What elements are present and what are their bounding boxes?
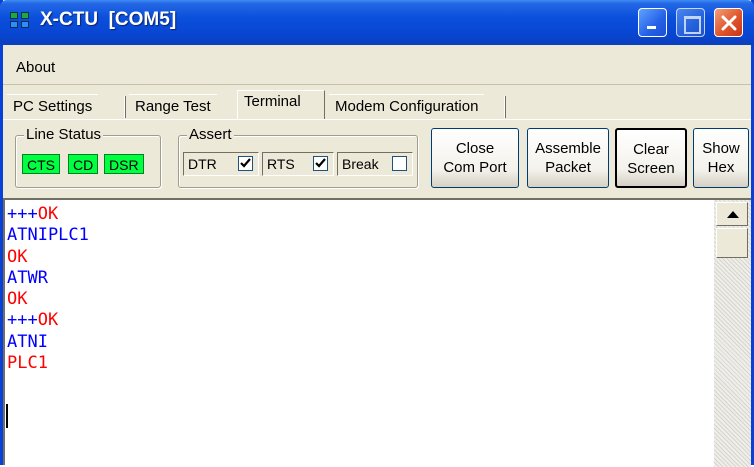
text-cursor bbox=[6, 404, 8, 428]
terminal-line: OK bbox=[7, 289, 28, 310]
assert-break[interactable]: Break bbox=[337, 152, 413, 176]
menu-about[interactable]: About bbox=[16, 59, 55, 76]
checkmark-icon bbox=[315, 158, 326, 168]
terminal-line: +++OK bbox=[7, 310, 59, 331]
checkmark-icon bbox=[240, 158, 251, 168]
assert-title: Assert bbox=[187, 126, 234, 144]
assert-group: Assert DTR RTS Break bbox=[178, 126, 418, 188]
dtr-checkbox[interactable] bbox=[238, 156, 253, 171]
terminal-line: +++OK bbox=[7, 204, 59, 224]
arrow-up-icon[interactable] bbox=[716, 202, 748, 226]
maximize-icon[interactable] bbox=[676, 8, 705, 37]
line-status-group: Line Status CTS CD DSR bbox=[15, 126, 161, 188]
rts-label: RTS bbox=[267, 156, 295, 172]
vertical-scrollbar[interactable] bbox=[714, 200, 751, 467]
scrollbar-thumb[interactable] bbox=[716, 228, 748, 258]
assert-dtr[interactable]: DTR bbox=[183, 152, 259, 176]
app-window: X-CTU [COM5] About PC Settings Range Tes… bbox=[0, 0, 754, 467]
close-port-button[interactable]: Close Com Port bbox=[431, 128, 519, 188]
terminal-lines: +++OK ATNIPLC1 OK ATWR OK +++OK ATNI PLC1 bbox=[7, 204, 89, 374]
title-bar[interactable]: X-CTU [COM5] bbox=[0, 0, 754, 45]
cts-indicator: CTS bbox=[22, 154, 60, 174]
terminal-line: OK bbox=[7, 246, 28, 267]
break-label: Break bbox=[342, 156, 379, 172]
dsr-indicator: DSR bbox=[104, 154, 144, 174]
break-checkbox[interactable] bbox=[392, 156, 407, 171]
tab-pc-settings[interactable]: PC Settings bbox=[7, 94, 99, 120]
window-title: X-CTU [COM5] bbox=[40, 9, 177, 30]
terminal-line: PLC1 bbox=[7, 353, 48, 374]
minimize-icon[interactable] bbox=[638, 8, 667, 37]
cd-indicator: CD bbox=[68, 154, 99, 174]
tab-modem-configuration[interactable]: Modem Configuration bbox=[329, 94, 485, 120]
line-status-title: Line Status bbox=[24, 126, 104, 144]
terminal-line: ATNI bbox=[7, 331, 48, 352]
rts-checkbox[interactable] bbox=[313, 156, 328, 171]
tab-strip: PC Settings Range Test Terminal Modem Co… bbox=[3, 90, 751, 120]
show-hex-button[interactable]: Show Hex bbox=[693, 128, 749, 188]
dtr-label: DTR bbox=[188, 156, 217, 172]
assemble-packet-button[interactable]: Assemble Packet bbox=[527, 128, 609, 188]
terminal-line: ATNIPLC1 bbox=[7, 225, 89, 246]
terminal-line: ATWR bbox=[7, 267, 48, 288]
terminal-output[interactable]: +++OK ATNIPLC1 OK ATWR OK +++OK ATNI PLC1 bbox=[3, 198, 751, 467]
tab-range-test[interactable]: Range Test bbox=[129, 94, 217, 120]
menu-bar: About bbox=[3, 45, 751, 85]
assert-rts[interactable]: RTS bbox=[262, 152, 334, 176]
clear-screen-button[interactable]: Clear Screen bbox=[615, 128, 687, 188]
tab-terminal[interactable]: Terminal bbox=[237, 90, 325, 120]
close-icon[interactable] bbox=[714, 8, 743, 37]
app-icon bbox=[10, 12, 32, 30]
